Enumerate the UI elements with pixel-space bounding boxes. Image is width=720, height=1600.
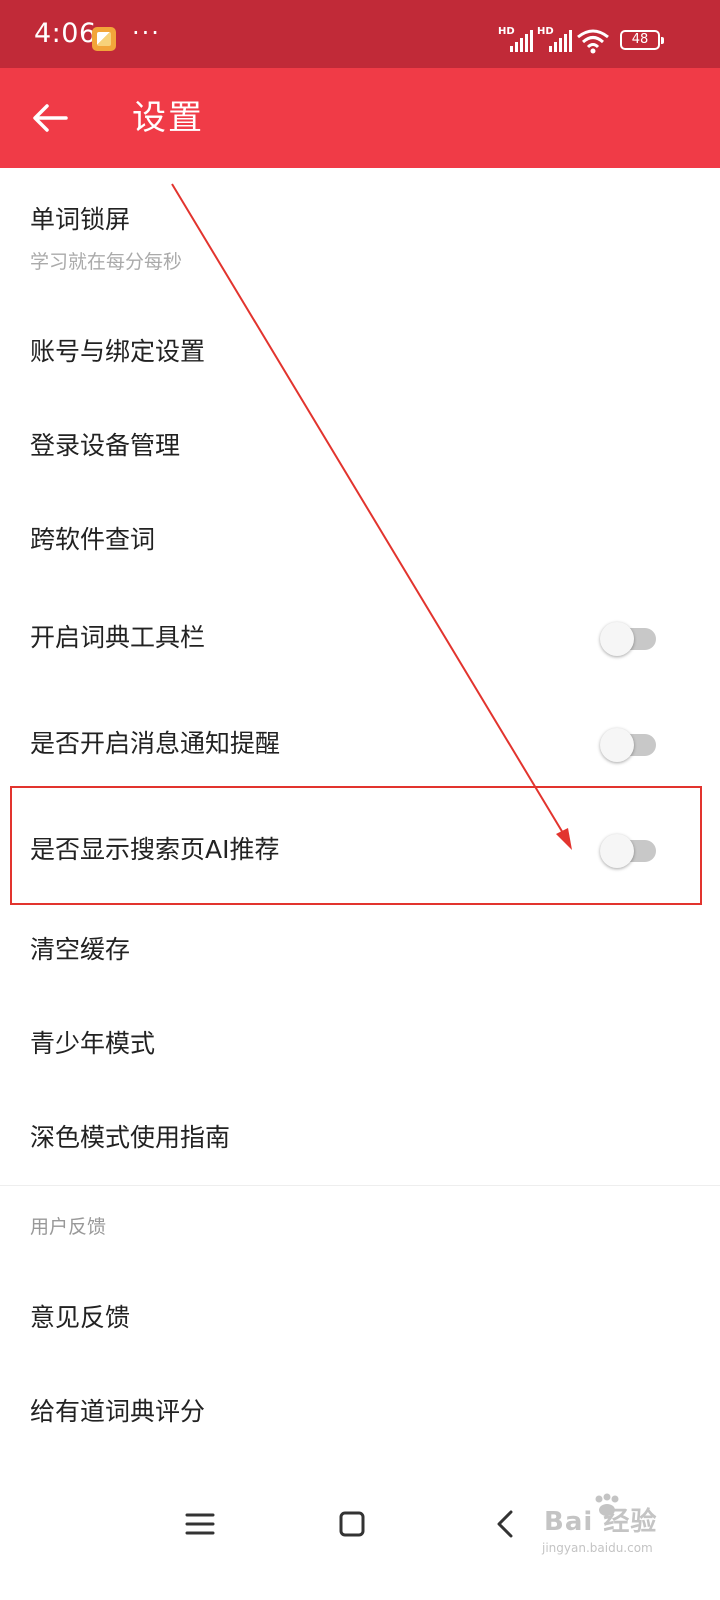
- setting-feedback[interactable]: 意见反馈: [0, 1272, 720, 1366]
- setting-label: 意见反馈: [30, 1303, 131, 1332]
- page-title: 设置: [132, 98, 204, 138]
- setting-dictionary-toolbar[interactable]: 开启词典工具栏: [0, 588, 720, 694]
- setting-label: 清空缓存: [30, 935, 131, 964]
- toggle-knob: [600, 728, 634, 762]
- setting-label: 开启词典工具栏: [30, 623, 206, 652]
- setting-label: 是否开启消息通知提醒: [30, 729, 281, 758]
- setting-dark-mode-guide[interactable]: 深色模式使用指南: [0, 1094, 720, 1184]
- setting-device-management[interactable]: 登录设备管理: [0, 400, 720, 494]
- menu-icon[interactable]: [180, 1504, 220, 1544]
- section-header-feedback: 用户反馈: [30, 1216, 107, 1238]
- wifi-icon: [577, 29, 609, 54]
- annotation-highlight-box: [10, 786, 702, 905]
- more-notifications-icon: ···: [132, 19, 161, 47]
- setting-label: 登录设备管理: [30, 431, 181, 460]
- message-notification-toggle[interactable]: [600, 728, 656, 762]
- status-bar: 4:06 ··· HD HD 48: [0, 0, 720, 68]
- paw-icon: [595, 1493, 619, 1516]
- setting-label: 跨软件查词: [30, 525, 156, 554]
- setting-word-lockscreen[interactable]: 单词锁屏 学习就在每分每秒: [0, 168, 720, 284]
- section-divider: [0, 1185, 720, 1186]
- dictionary-toolbar-toggle[interactable]: [600, 622, 656, 656]
- back-arrow-icon[interactable]: [30, 98, 70, 138]
- setting-label: 单词锁屏: [30, 205, 131, 234]
- setting-label: 青少年模式: [30, 1029, 156, 1058]
- setting-rate-app[interactable]: 给有道词典评分: [0, 1366, 720, 1460]
- setting-label: 账号与绑定设置: [30, 337, 206, 366]
- toggle-knob: [600, 622, 634, 656]
- setting-cross-app-lookup[interactable]: 跨软件查词: [0, 494, 720, 588]
- home-square-icon[interactable]: [332, 1504, 372, 1544]
- setting-message-notification[interactable]: 是否开启消息通知提醒: [0, 694, 720, 800]
- setting-label: 深色模式使用指南: [30, 1123, 231, 1152]
- status-time: 4:06: [34, 18, 97, 49]
- back-chevron-icon[interactable]: [486, 1504, 526, 1544]
- setting-subtitle: 学习就在每分每秒: [30, 251, 183, 273]
- cell-signal-icon-2: HD: [537, 26, 573, 52]
- gallery-notification-icon: [92, 27, 116, 51]
- cell-signal-icon: HD: [498, 26, 534, 52]
- app-bar: 设置: [0, 68, 720, 168]
- watermark-url: jingyan.baidu.com: [542, 1541, 653, 1555]
- setting-clear-cache[interactable]: 清空缓存: [0, 906, 720, 1000]
- baidu-jingyan-watermark: Bai 经验 jingyan.baidu.com: [540, 1493, 710, 1565]
- battery-icon: 48: [620, 30, 664, 50]
- setting-teen-mode[interactable]: 青少年模式: [0, 1000, 720, 1094]
- setting-label: 给有道词典评分: [30, 1397, 206, 1426]
- setting-account-binding[interactable]: 账号与绑定设置: [0, 306, 720, 400]
